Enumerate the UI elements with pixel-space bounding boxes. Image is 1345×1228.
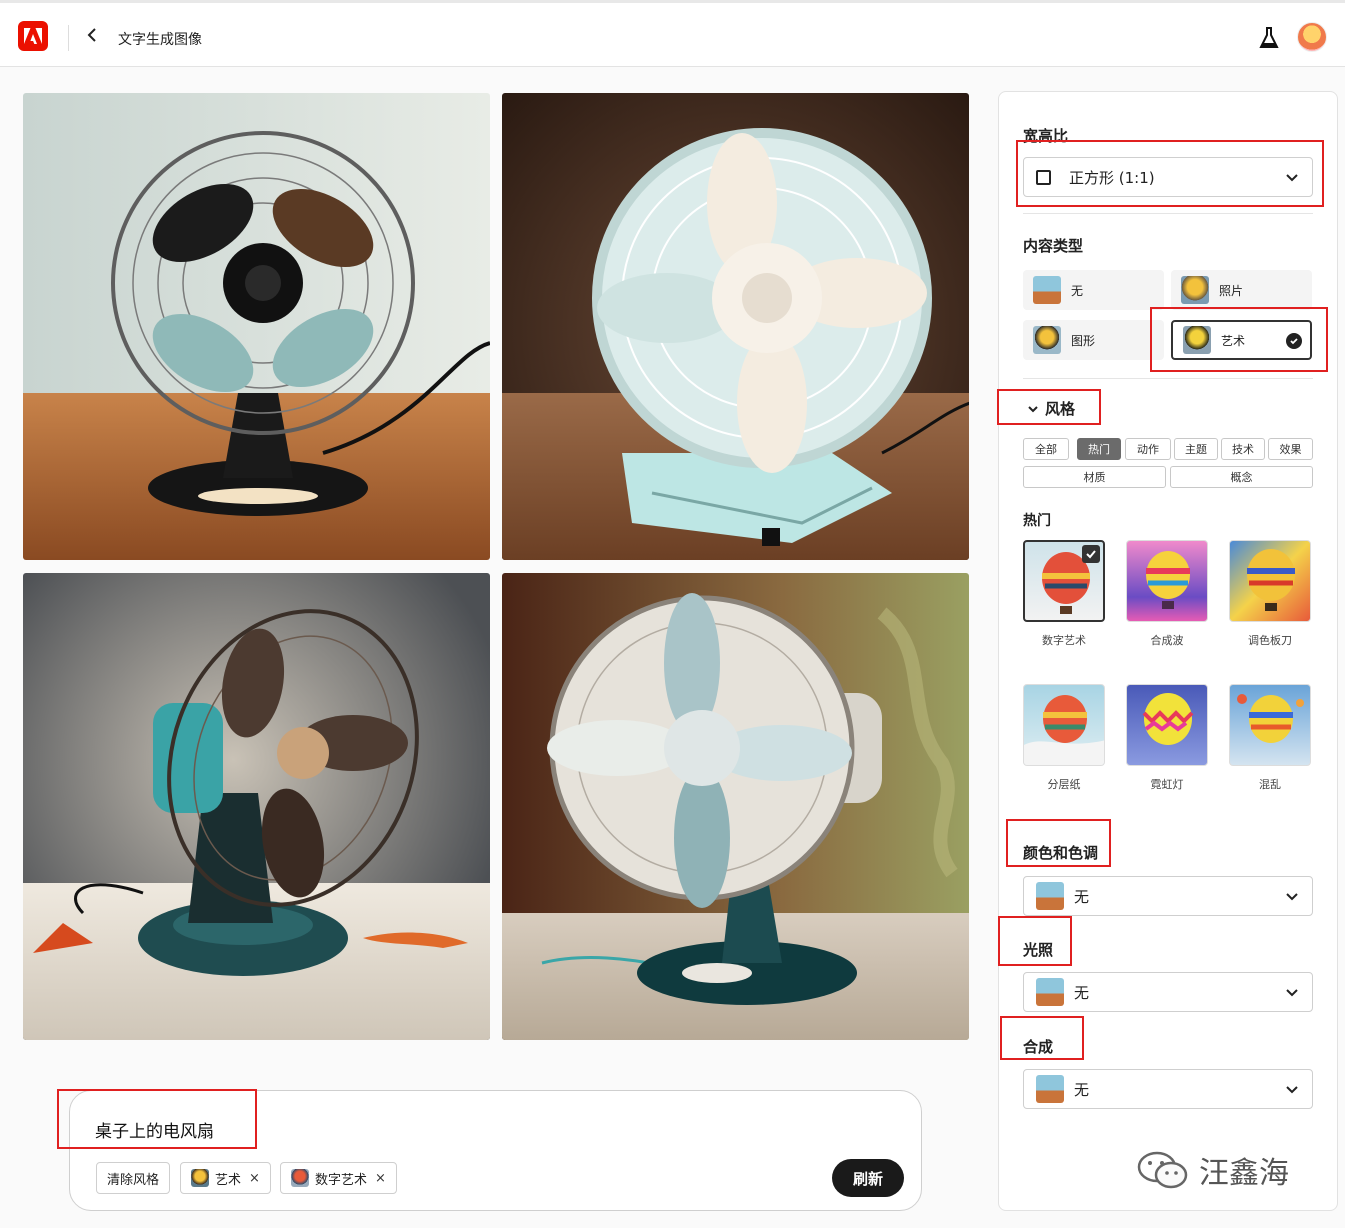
balloon-thumb-icon xyxy=(291,1169,309,1187)
lighting-select[interactable]: 无 xyxy=(1023,972,1313,1012)
lighting-value: 无 xyxy=(1074,983,1090,1002)
balloon-thumb-icon xyxy=(1036,882,1064,910)
generated-image-3[interactable] xyxy=(23,573,490,1040)
style-label-palette-knife: 调色板刀 xyxy=(1248,634,1292,647)
chip-digital-art[interactable]: 数字艺术 × xyxy=(280,1162,397,1194)
balloon-thumb-icon xyxy=(1036,978,1064,1006)
chip-art[interactable]: 艺术 × xyxy=(180,1162,271,1194)
chip-art-label: 艺术 xyxy=(215,1172,242,1188)
chevron-down-icon xyxy=(1286,989,1298,997)
tab-all[interactable]: 全部 xyxy=(1023,438,1069,460)
balloon-thumb-icon xyxy=(1181,276,1209,304)
popular-section-title: 热门 xyxy=(1023,513,1051,529)
color-tone-value: 无 xyxy=(1074,887,1090,906)
tab-theme[interactable]: 主题 xyxy=(1174,438,1218,460)
divider xyxy=(1023,378,1313,379)
flask-icon[interactable] xyxy=(1259,27,1279,53)
tab-material[interactable]: 材质 xyxy=(1023,466,1166,488)
content-type-graphic-label: 图形 xyxy=(1071,333,1096,348)
wechat-icon xyxy=(1137,1151,1188,1189)
refresh-button[interactable]: 刷新 xyxy=(832,1159,904,1197)
composition-select[interactable]: 无 xyxy=(1023,1069,1313,1109)
color-tone-select[interactable]: 无 xyxy=(1023,876,1313,916)
clear-style-label: 清除风格 xyxy=(107,1172,160,1188)
balloon-thumb-icon xyxy=(1033,326,1061,354)
style-card-neon[interactable] xyxy=(1126,684,1208,766)
content-type-none-label: 无 xyxy=(1071,283,1084,298)
annotation-box-color-tone xyxy=(1006,819,1111,867)
style-card-layered-paper[interactable] xyxy=(1023,684,1105,766)
tab-effect[interactable]: 效果 xyxy=(1268,438,1313,460)
watermark: 汪鑫海 xyxy=(1135,1148,1289,1192)
avatar[interactable] xyxy=(1297,22,1327,52)
annotation-box-aspect xyxy=(1016,140,1324,207)
adobe-logo-icon[interactable] xyxy=(18,21,48,51)
divider xyxy=(1023,213,1313,214)
generated-image-1[interactable] xyxy=(23,93,490,560)
content-type-graphic[interactable]: 图形 xyxy=(1023,320,1164,360)
content-type-none[interactable]: 无 xyxy=(1023,270,1164,310)
generated-image-4[interactable] xyxy=(502,573,969,1040)
divider xyxy=(68,25,69,51)
composition-value: 无 xyxy=(1074,1080,1090,1099)
annotation-box-style xyxy=(997,389,1101,425)
check-icon xyxy=(1082,545,1100,563)
balloon-thumb-icon xyxy=(191,1169,209,1187)
tab-concept[interactable]: 概念 xyxy=(1170,466,1313,488)
balloon-thumb-icon xyxy=(1033,276,1061,304)
content-type-photo-label: 照片 xyxy=(1219,283,1244,298)
annotation-box-art xyxy=(1150,307,1328,372)
page-title: 文字生成图像 xyxy=(118,32,202,48)
content-type-heading: 内容类型 xyxy=(1023,237,1084,255)
annotation-box-composition xyxy=(1000,1016,1084,1060)
balloon-thumb-icon xyxy=(1036,1075,1064,1103)
style-label-digital-art: 数字艺术 xyxy=(1042,634,1086,647)
style-card-chaos[interactable] xyxy=(1229,684,1311,766)
tab-motion[interactable]: 动作 xyxy=(1125,438,1171,460)
style-card-palette-knife[interactable] xyxy=(1229,540,1311,622)
chevron-left-icon[interactable] xyxy=(86,27,98,47)
chip-digital-art-label: 数字艺术 xyxy=(315,1172,368,1188)
style-label-layered-paper: 分层纸 xyxy=(1047,778,1081,791)
content-type-photo[interactable]: 照片 xyxy=(1171,270,1312,310)
style-card-synthwave[interactable] xyxy=(1126,540,1208,622)
annotation-box-lighting xyxy=(998,916,1072,966)
style-label-neon: 霓虹灯 xyxy=(1150,778,1184,791)
close-icon[interactable]: × xyxy=(249,1171,260,1186)
clear-style-button[interactable]: 清除风格 xyxy=(96,1162,171,1194)
generated-image-2[interactable] xyxy=(502,93,969,560)
style-label-chaos: 混乱 xyxy=(1259,778,1281,791)
annotation-box-prompt xyxy=(57,1089,257,1149)
chevron-down-icon xyxy=(1286,893,1298,901)
top-bar: 文字生成图像 xyxy=(0,0,1345,67)
tab-technique[interactable]: 技术 xyxy=(1221,438,1265,460)
style-card-digital-art[interactable] xyxy=(1023,540,1105,622)
watermark-text: 汪鑫海 xyxy=(1199,1156,1289,1191)
chevron-down-icon xyxy=(1286,1086,1298,1094)
close-icon[interactable]: × xyxy=(375,1171,386,1186)
tab-popular[interactable]: 热门 xyxy=(1077,438,1121,460)
style-label-synthwave: 合成波 xyxy=(1150,634,1184,647)
